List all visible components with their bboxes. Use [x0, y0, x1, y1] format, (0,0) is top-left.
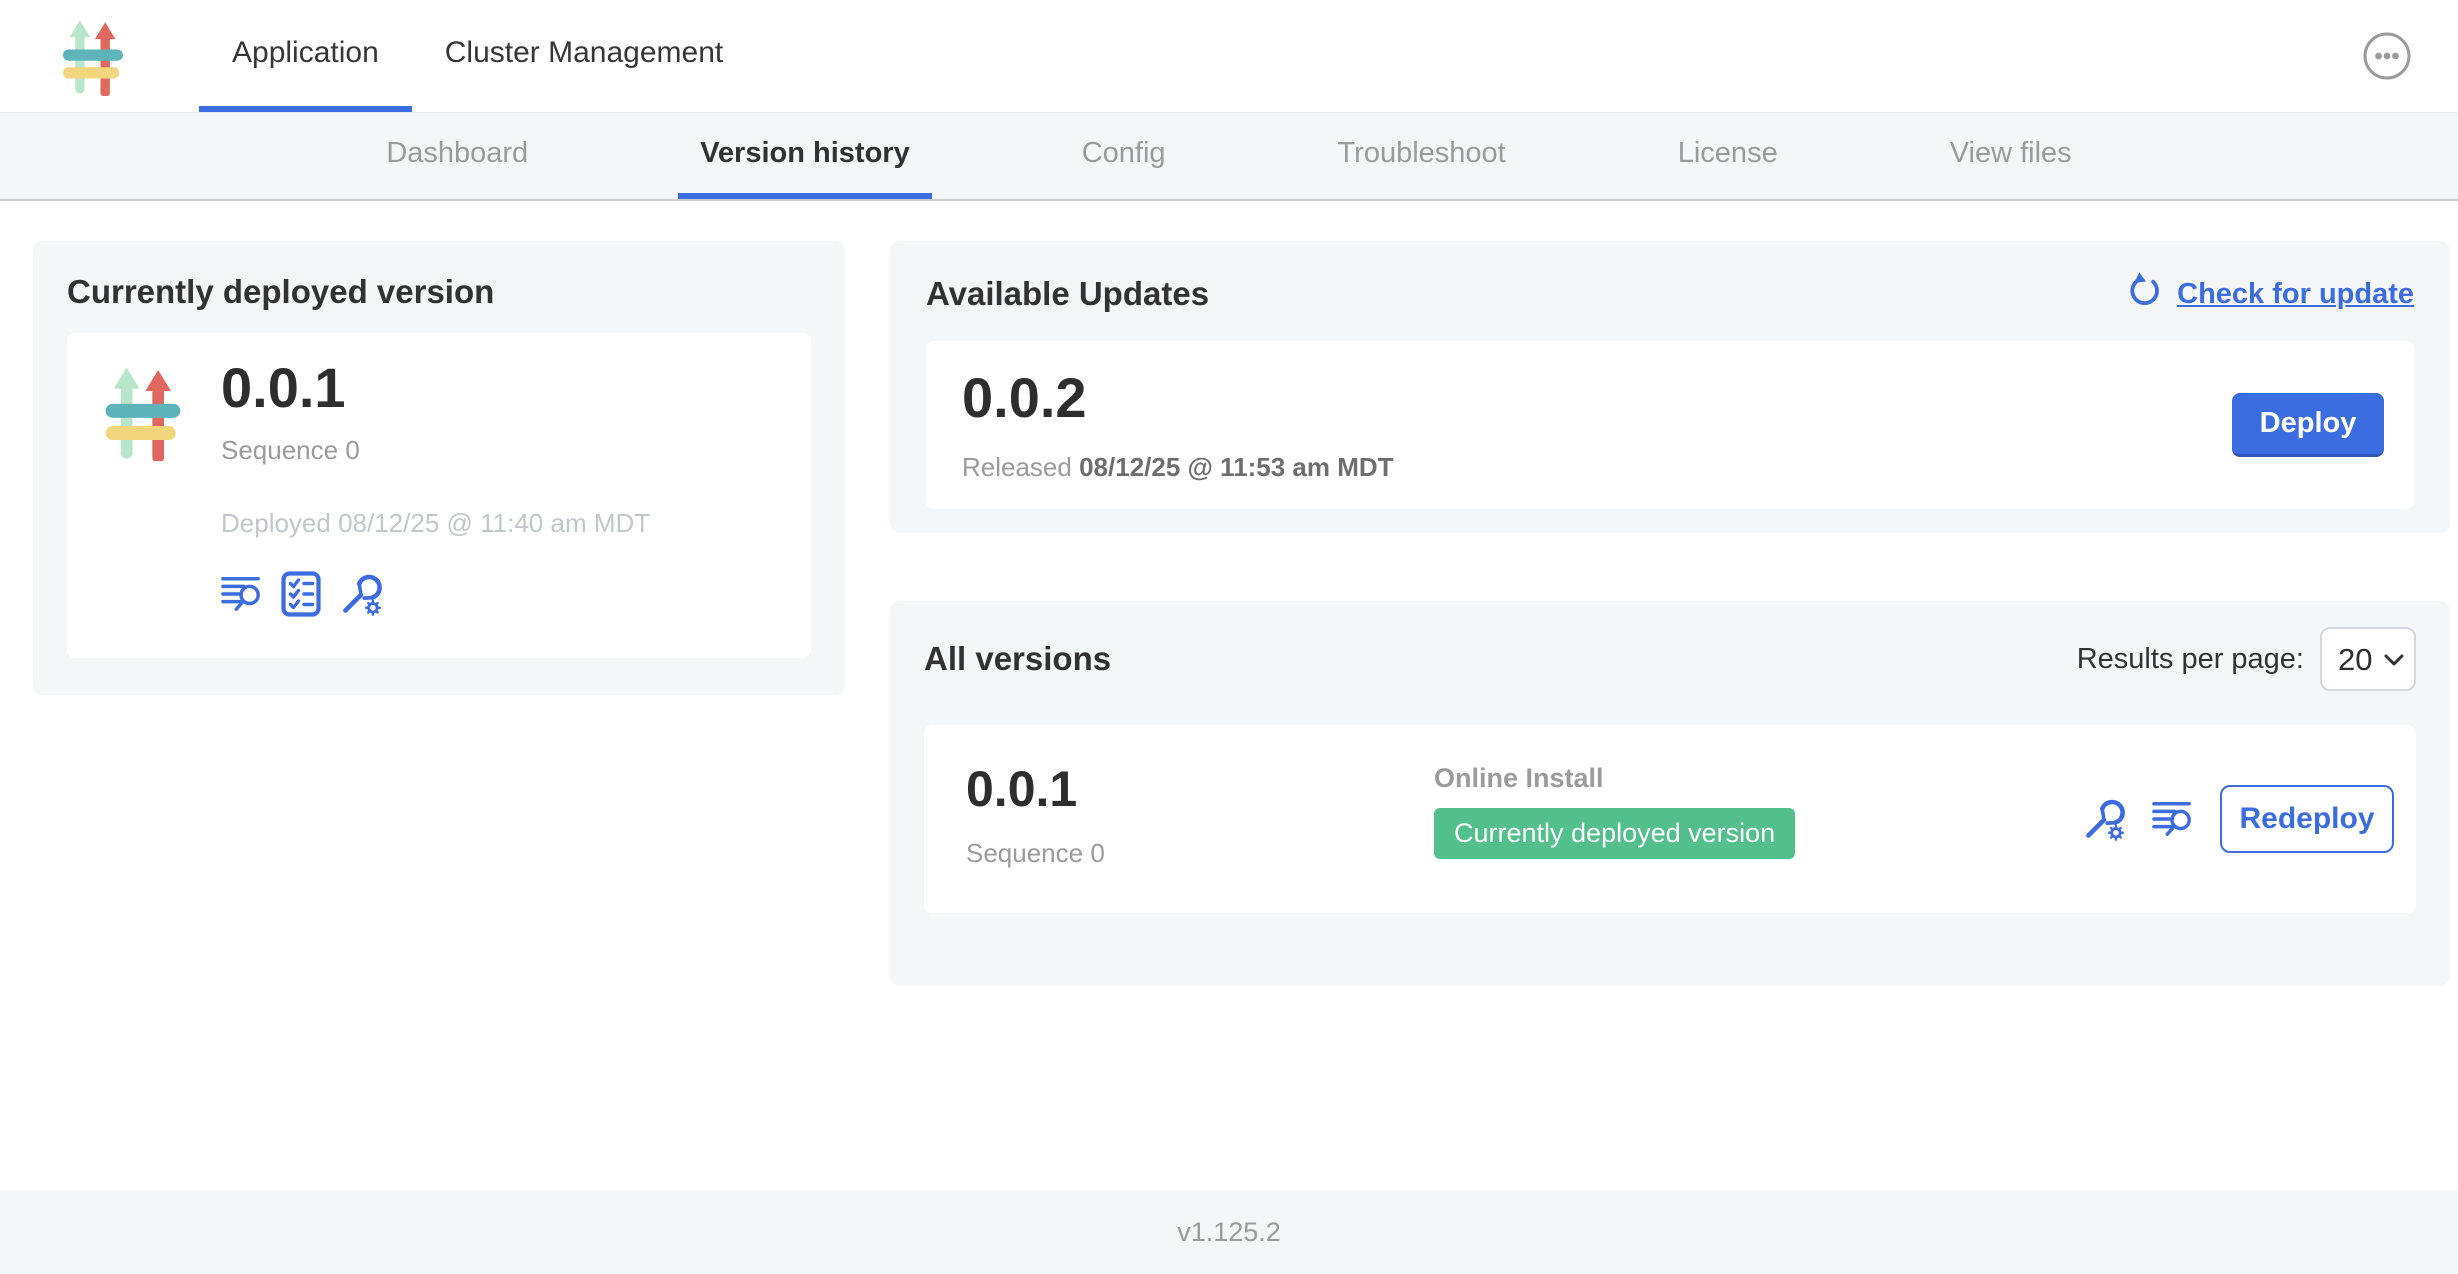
- refresh-icon: [2127, 271, 2165, 317]
- app-subnav: Dashboard Version history Config Trouble…: [0, 113, 2458, 201]
- all-versions-card: All versions Results per page: 20: [890, 601, 2450, 986]
- subnav-tab-view-files-label: View files: [1950, 137, 2072, 170]
- tab-application-label: Application: [232, 36, 379, 70]
- released-timestamp: 08/12/25 @ 11:53 am MDT: [1079, 452, 1393, 482]
- deploy-button[interactable]: Deploy: [2232, 393, 2384, 457]
- subnav-tab-troubleshoot-label: Troubleshoot: [1338, 137, 1506, 170]
- view-logs-icon[interactable]: [2152, 799, 2194, 839]
- results-per-page: Results per page: 20: [2077, 627, 2416, 691]
- available-update-row: 0.0.2 Released 08/12/25 @ 11:53 am MDT D…: [926, 341, 2414, 509]
- currently-deployed-card: Currently deployed version 0.0.1 Sequenc…: [33, 241, 845, 695]
- update-released-line: Released 08/12/25 @ 11:53 am MDT: [962, 452, 1394, 483]
- app-logo-icon: [99, 363, 187, 634]
- view-logs-icon[interactable]: [221, 574, 263, 614]
- released-label: Released: [962, 452, 1072, 482]
- available-updates-title: Available Updates: [926, 275, 1209, 313]
- update-version-number: 0.0.2: [962, 367, 1394, 429]
- currently-deployed-title: Currently deployed version: [67, 273, 811, 311]
- subnav-tab-dashboard[interactable]: Dashboard: [364, 113, 550, 199]
- deployed-version-details: 0.0.1 Sequence 0 Deployed 08/12/25 @ 11:…: [221, 357, 650, 634]
- deployed-sequence: Sequence 0: [221, 435, 650, 466]
- subnav-tab-dashboard-label: Dashboard: [386, 137, 528, 170]
- subnav-tab-troubleshoot[interactable]: Troubleshoot: [1316, 113, 1528, 199]
- console-version: v1.125.2: [1177, 1217, 1281, 1248]
- check-for-update-label: Check for update: [2177, 278, 2414, 311]
- subnav-tab-license-label: License: [1678, 137, 1778, 170]
- version-row-status: Online Install Currently deployed versio…: [1434, 763, 2082, 859]
- main-content: Currently deployed version 0.0.1 Sequenc…: [0, 201, 2458, 1190]
- update-details: 0.0.2 Released 08/12/25 @ 11:53 am MDT: [962, 367, 1394, 484]
- subnav-tab-config[interactable]: Config: [1060, 113, 1188, 199]
- results-per-page-select[interactable]: 20: [2320, 627, 2416, 691]
- edit-config-icon[interactable]: [339, 572, 383, 616]
- preflight-checks-icon[interactable]: [281, 571, 321, 617]
- deployed-actions: [221, 571, 650, 617]
- install-type-label: Online Install: [1434, 763, 2082, 794]
- version-row-actions: Redeploy: [2082, 785, 2394, 853]
- version-row-details: 0.0.1 Sequence 0: [966, 763, 1434, 869]
- subnav-tab-config-label: Config: [1082, 137, 1166, 170]
- row-version-number: 0.0.1: [966, 763, 1434, 816]
- deployed-timestamp: Deployed 08/12/25 @ 11:40 am MDT: [221, 508, 650, 539]
- version-row: 0.0.1 Sequence 0 Online Install Currentl…: [924, 725, 2416, 913]
- edit-config-icon[interactable]: [2082, 797, 2126, 841]
- status-badge: Currently deployed version: [1434, 808, 1795, 859]
- right-column: Available Updates Check for update 0.0.2: [890, 241, 2450, 1190]
- check-for-update-link[interactable]: Check for update: [2127, 271, 2414, 317]
- app-footer: v1.125.2: [0, 1190, 2458, 1274]
- all-versions-title: All versions: [924, 640, 1111, 678]
- results-per-page-select-wrap: 20: [2320, 627, 2416, 691]
- row-sequence: Sequence 0: [966, 838, 1434, 869]
- currently-deployed-version-panel: 0.0.1 Sequence 0 Deployed 08/12/25 @ 11:…: [67, 333, 811, 658]
- overflow-menu-button[interactable]: [2362, 31, 2412, 81]
- tab-application[interactable]: Application: [199, 0, 412, 112]
- tab-cluster-management[interactable]: Cluster Management: [412, 0, 756, 112]
- subnav-tab-view-files[interactable]: View files: [1928, 113, 2094, 199]
- subnav-tab-version-history[interactable]: Version history: [678, 113, 932, 199]
- subnav-tab-version-history-label: Version history: [700, 137, 910, 170]
- top-header: Application Cluster Management: [0, 0, 2458, 113]
- ellipsis-icon: [2362, 69, 2412, 84]
- redeploy-button[interactable]: Redeploy: [2220, 785, 2394, 853]
- deployed-version-number: 0.0.1: [221, 357, 650, 419]
- tab-cluster-management-label: Cluster Management: [445, 36, 723, 70]
- results-per-page-label: Results per page:: [2077, 643, 2304, 676]
- app-logo-icon: [63, 16, 123, 96]
- subnav-tab-license[interactable]: License: [1656, 113, 1800, 199]
- available-updates-card: Available Updates Check for update 0.0.2: [890, 241, 2450, 533]
